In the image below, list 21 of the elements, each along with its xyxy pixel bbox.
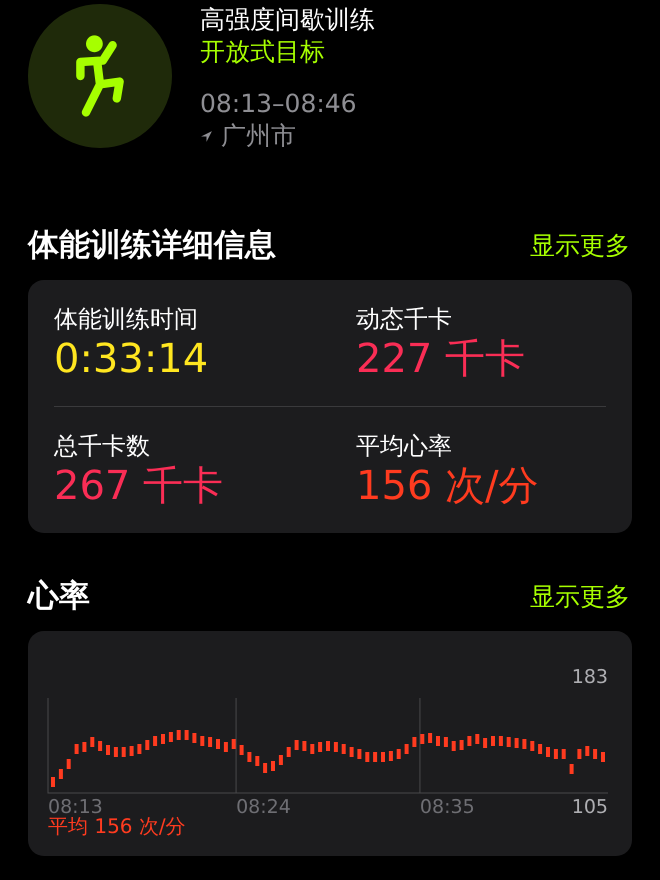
max-value-label: 183 [572, 666, 608, 688]
goal-label: 开放式目标 [200, 36, 326, 68]
metric-value: 227 千卡 [356, 335, 526, 384]
show-more-link[interactable]: 显示更多 [530, 228, 630, 262]
time-label: 08:24 [236, 796, 291, 818]
metric-label: 动态千卡 [356, 304, 453, 334]
time-range: 08:13–08:46 [200, 88, 358, 120]
metric-label: 体能训练时间 [54, 304, 199, 334]
metric-label: 总千卡数 [54, 431, 151, 461]
metric-label: 平均心率 [356, 431, 453, 461]
time-label: 08:35 [420, 796, 475, 818]
min-value-label: 105 [572, 796, 608, 818]
section-title: 体能训练详细信息 [28, 226, 276, 265]
metric-value: 0:33:14 [54, 335, 210, 384]
workout-title: 高强度间歇训练 [200, 4, 375, 36]
location-arrow-icon [200, 130, 213, 142]
location-label: 广州市 [221, 120, 296, 152]
metric-value: 267 千卡 [54, 462, 224, 511]
show-more-link[interactable]: 显示更多 [530, 580, 630, 612]
section-title: 心率 [28, 577, 90, 616]
metric-value: 156 次/分 [356, 462, 540, 511]
